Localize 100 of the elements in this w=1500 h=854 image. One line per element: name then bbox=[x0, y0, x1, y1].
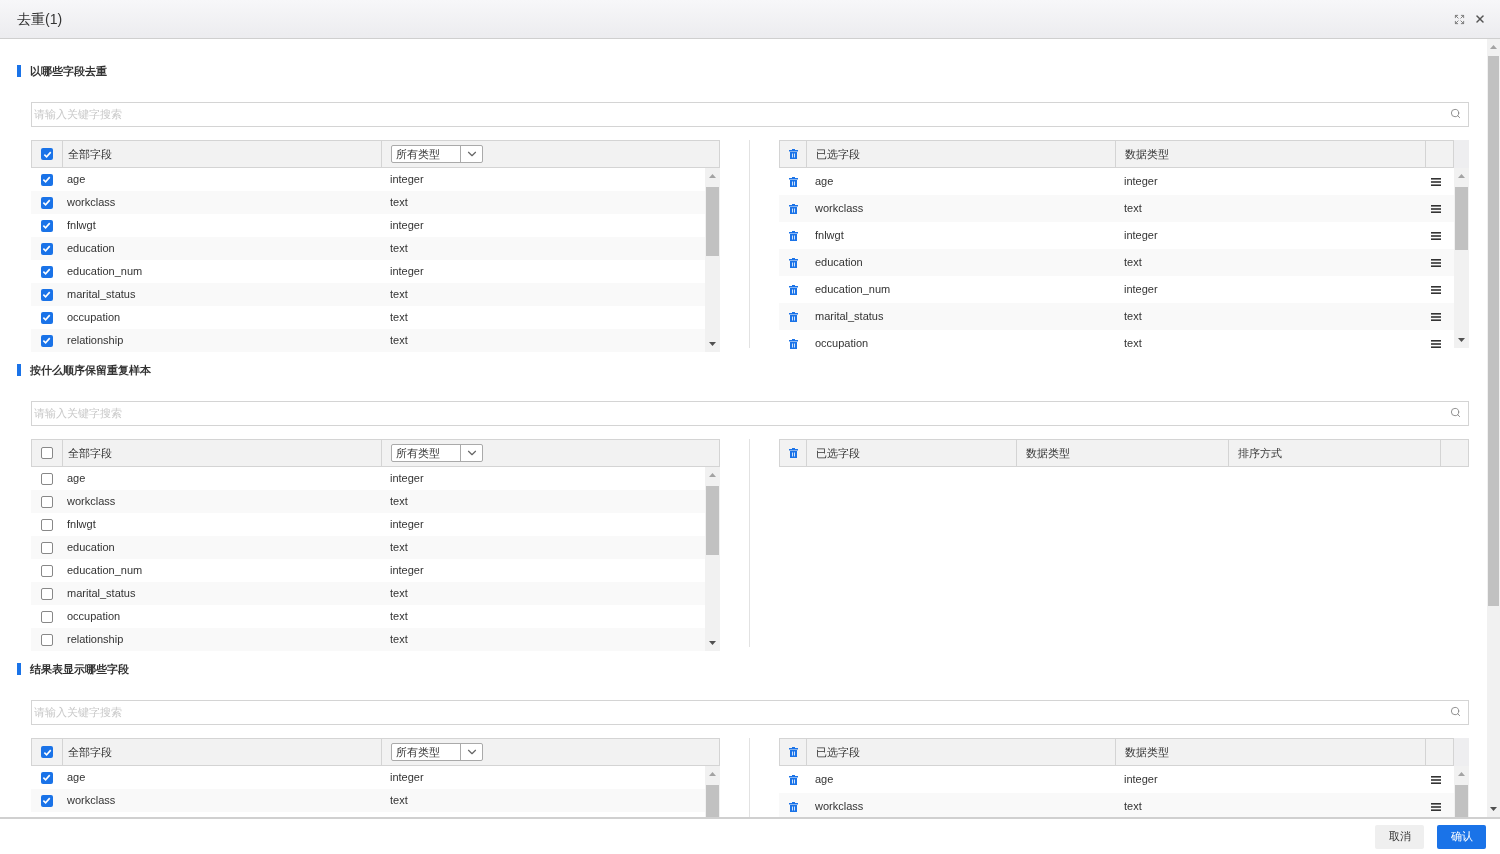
scroll-up-arrow-icon[interactable] bbox=[1458, 772, 1465, 776]
checkbox[interactable] bbox=[40, 771, 53, 784]
checkbox[interactable] bbox=[40, 518, 53, 531]
field-name: education bbox=[66, 540, 116, 556]
trash-icon[interactable] bbox=[788, 774, 798, 785]
field-type: text bbox=[390, 540, 408, 556]
search-icon[interactable] bbox=[1450, 407, 1461, 418]
field-type: text bbox=[390, 333, 408, 349]
section-title: 按什么顺序保留重复样本 bbox=[30, 362, 151, 378]
field-name: workclass bbox=[66, 494, 117, 510]
checkbox[interactable] bbox=[40, 265, 53, 278]
type-filter-dropdown[interactable]: 所有类型 bbox=[391, 743, 483, 761]
drag-handle-icon[interactable] bbox=[1431, 802, 1441, 811]
scroll-down-arrow-icon[interactable] bbox=[709, 641, 716, 645]
scroll-down-arrow-icon[interactable] bbox=[1490, 807, 1497, 811]
scroll-up-arrow-icon[interactable] bbox=[709, 473, 716, 477]
drag-handle-icon[interactable] bbox=[1431, 312, 1441, 321]
field-name: relationship bbox=[66, 632, 125, 648]
checkbox[interactable] bbox=[40, 472, 53, 485]
checkbox[interactable] bbox=[40, 196, 53, 209]
field-name: occupation bbox=[66, 609, 122, 625]
field-type: text bbox=[1123, 201, 1143, 217]
trash-icon[interactable] bbox=[788, 448, 798, 458]
trash-icon[interactable] bbox=[788, 747, 798, 757]
trash-icon[interactable] bbox=[788, 257, 798, 268]
drag-handle-icon[interactable] bbox=[1431, 177, 1441, 186]
field-name: age bbox=[66, 172, 87, 188]
checkbox[interactable] bbox=[40, 334, 53, 347]
scroll-up-arrow-icon[interactable] bbox=[1458, 174, 1465, 178]
field-type: integer bbox=[390, 517, 424, 533]
scroll-down-arrow-icon[interactable] bbox=[1458, 338, 1465, 342]
search-icon[interactable] bbox=[1450, 108, 1461, 119]
field-type: text bbox=[390, 241, 408, 257]
field-type: text bbox=[390, 310, 408, 326]
field-name: education bbox=[814, 255, 864, 271]
scroll-down-arrow-icon[interactable] bbox=[709, 342, 716, 346]
confirm-button[interactable]: 确认 bbox=[1437, 824, 1486, 849]
trash-icon[interactable] bbox=[788, 230, 798, 241]
checkbox[interactable] bbox=[40, 219, 53, 232]
checkbox[interactable] bbox=[41, 746, 53, 758]
checkbox[interactable] bbox=[40, 495, 53, 508]
checkbox[interactable] bbox=[40, 587, 53, 600]
scroll-up-arrow-icon[interactable] bbox=[709, 772, 716, 776]
section-title: 以哪些字段去重 bbox=[30, 63, 107, 79]
section-title: 结果表显示哪些字段 bbox=[30, 661, 129, 677]
field-type: integer bbox=[390, 563, 424, 579]
trash-icon[interactable] bbox=[788, 338, 798, 349]
field-name: marital_status bbox=[814, 309, 885, 325]
checkbox[interactable] bbox=[41, 148, 53, 160]
trash-icon[interactable] bbox=[788, 284, 798, 295]
scrollbar[interactable] bbox=[705, 467, 720, 651]
cancel-button[interactable]: 取消 bbox=[1375, 824, 1424, 849]
checkbox[interactable] bbox=[40, 288, 53, 301]
page-scrollbar[interactable] bbox=[1487, 39, 1500, 817]
trash-icon[interactable] bbox=[788, 203, 798, 214]
scrollbar[interactable] bbox=[1454, 168, 1469, 348]
drag-handle-icon[interactable] bbox=[1431, 204, 1441, 213]
trash-icon[interactable] bbox=[788, 149, 798, 159]
checkbox[interactable] bbox=[41, 447, 53, 459]
checkbox[interactable] bbox=[40, 610, 53, 623]
column-header: 全部字段 bbox=[68, 744, 112, 760]
column-header: 数据类型 bbox=[1026, 445, 1070, 461]
checkbox[interactable] bbox=[40, 633, 53, 646]
trash-icon[interactable] bbox=[788, 311, 798, 322]
scroll-up-arrow-icon[interactable] bbox=[709, 174, 716, 178]
column-header: 全部字段 bbox=[68, 146, 112, 162]
field-name: workclass bbox=[814, 799, 865, 815]
search-icon[interactable] bbox=[1450, 706, 1461, 717]
checkbox[interactable] bbox=[40, 541, 53, 554]
drag-handle-icon[interactable] bbox=[1431, 285, 1441, 294]
column-header: 已选字段 bbox=[816, 744, 860, 760]
checkbox[interactable] bbox=[40, 794, 53, 807]
checkbox[interactable] bbox=[40, 242, 53, 255]
type-filter-dropdown[interactable]: 所有类型 bbox=[391, 444, 483, 462]
trash-icon[interactable] bbox=[788, 176, 798, 187]
close-icon[interactable] bbox=[1474, 13, 1486, 25]
checkbox[interactable] bbox=[40, 173, 53, 186]
checkbox[interactable] bbox=[40, 564, 53, 577]
field-name: education_num bbox=[814, 282, 892, 298]
field-name: age bbox=[814, 174, 835, 190]
field-type: text bbox=[390, 609, 408, 625]
field-name: relationship bbox=[66, 333, 125, 349]
scrollbar[interactable] bbox=[705, 168, 720, 352]
maximize-icon[interactable] bbox=[1454, 13, 1465, 25]
field-name: workclass bbox=[66, 195, 117, 211]
field-type: text bbox=[390, 586, 408, 602]
drag-handle-icon[interactable] bbox=[1431, 339, 1441, 348]
type-filter-dropdown[interactable]: 所有类型 bbox=[391, 145, 483, 163]
drag-handle-icon[interactable] bbox=[1431, 231, 1441, 240]
field-type: integer bbox=[390, 264, 424, 280]
column-header: 已选字段 bbox=[816, 445, 860, 461]
checkbox[interactable] bbox=[40, 311, 53, 324]
drag-handle-icon[interactable] bbox=[1431, 258, 1441, 267]
trash-icon[interactable] bbox=[788, 801, 798, 812]
field-type: text bbox=[390, 793, 408, 809]
field-name: marital_status bbox=[66, 287, 137, 303]
field-name: workclass bbox=[814, 201, 865, 217]
scroll-up-arrow-icon[interactable] bbox=[1490, 45, 1497, 49]
field-name: workclass bbox=[66, 793, 117, 809]
drag-handle-icon[interactable] bbox=[1431, 775, 1441, 784]
